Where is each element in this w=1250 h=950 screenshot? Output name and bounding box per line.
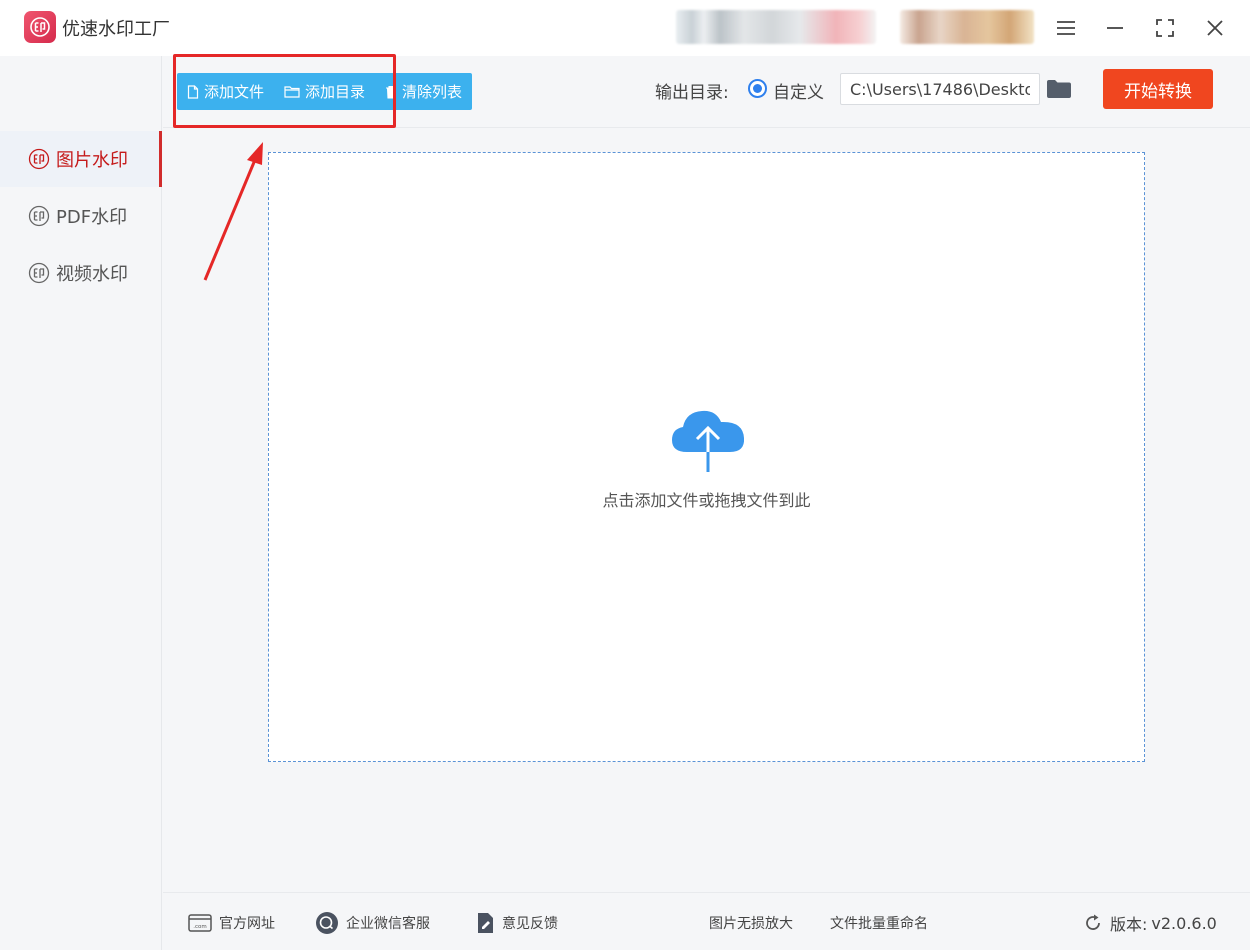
svg-text:.com: .com: [193, 924, 207, 930]
close-icon: [1207, 20, 1223, 36]
start-convert-button[interactable]: 开始转换: [1103, 69, 1213, 109]
file-icon: [187, 84, 199, 99]
annotation-arrow: [203, 142, 263, 281]
feedback-link[interactable]: 意见反馈: [475, 912, 558, 934]
batch-rename-link[interactable]: 文件批量重命名: [830, 912, 928, 934]
sidebar-item-label: 图片水印: [56, 150, 128, 171]
wechat-support-link[interactable]: 企业微信客服: [315, 912, 430, 934]
sidebar: 图片水印 PDF水印 视频水印: [0, 56, 162, 950]
watermark-stamp-icon: [28, 205, 50, 227]
sidebar-item-video-watermark[interactable]: 视频水印: [0, 245, 162, 301]
clear-list-label: 清除列表: [402, 83, 463, 101]
trash-icon: [385, 85, 397, 99]
watermark-stamp-icon: [28, 262, 50, 284]
sidebar-item-label: PDF水印: [56, 207, 128, 228]
version-label: 版本:: [1110, 915, 1148, 934]
add-folder-label: 添加目录: [305, 83, 366, 101]
chat-icon: [315, 911, 339, 935]
browse-folder-button[interactable]: [1045, 76, 1073, 102]
cloud-upload-icon: [672, 410, 745, 472]
refresh-icon[interactable]: [1083, 913, 1103, 933]
fullscreen-icon: [1156, 19, 1174, 37]
file-drop-zone[interactable]: 点击添加文件或拖拽文件到此: [268, 152, 1145, 762]
maximize-button[interactable]: [1149, 12, 1181, 44]
add-file-button[interactable]: 添加文件: [177, 73, 274, 110]
sidebar-item-pdf-watermark[interactable]: PDF水印: [0, 188, 162, 244]
sidebar-item-label: 视频水印: [56, 264, 128, 285]
website-icon: .com: [188, 913, 212, 933]
file-button-group: 添加文件 添加目录 清除列表: [177, 73, 473, 110]
version-value: v2.0.6.0: [1151, 913, 1217, 933]
title-bar: 优速水印工厂: [0, 0, 1250, 56]
version-info: 版本: v2.0.6.0: [1083, 912, 1217, 934]
toolbar: 添加文件 添加目录 清除列表 输出目录: 自定义 开始转换: [163, 54, 1250, 128]
minimize-button[interactable]: [1099, 12, 1131, 44]
hamburger-menu-icon: [1057, 21, 1075, 35]
clear-list-button[interactable]: 清除列表: [375, 73, 472, 110]
custom-output-radio[interactable]: [748, 79, 767, 98]
user-avatar-blurred: [900, 10, 1034, 44]
menu-button[interactable]: [1050, 12, 1082, 44]
official-website-link[interactable]: .com 官方网址: [188, 912, 275, 934]
app-title: 优速水印工厂: [62, 19, 170, 40]
footer: .com 官方网址 企业微信客服 意见反馈 图片无损放大 文件批量重命名 版本:…: [163, 892, 1250, 950]
output-directory-label: 输出目录:: [655, 83, 729, 103]
feedback-label: 意见反馈: [502, 916, 558, 932]
app-logo-icon: [24, 11, 56, 43]
user-info-blurred: [676, 10, 876, 44]
custom-output-radio-label[interactable]: 自定义: [773, 78, 824, 103]
close-button[interactable]: [1199, 12, 1231, 44]
folder-icon: [284, 85, 300, 98]
sidebar-item-image-watermark[interactable]: 图片水印: [0, 131, 162, 187]
drop-hint-text: 点击添加文件或拖拽文件到此: [602, 491, 811, 510]
official-website-label: 官方网址: [219, 916, 275, 932]
add-folder-button[interactable]: 添加目录: [274, 73, 375, 110]
lossless-enlarge-link[interactable]: 图片无损放大: [709, 912, 793, 934]
watermark-stamp-icon: [28, 148, 50, 170]
add-file-label: 添加文件: [204, 83, 265, 101]
minimize-icon: [1107, 27, 1123, 29]
wechat-support-label: 企业微信客服: [346, 916, 430, 932]
folder-icon: [1047, 80, 1071, 98]
output-path-input[interactable]: [840, 73, 1040, 105]
feedback-document-icon: [475, 912, 495, 934]
